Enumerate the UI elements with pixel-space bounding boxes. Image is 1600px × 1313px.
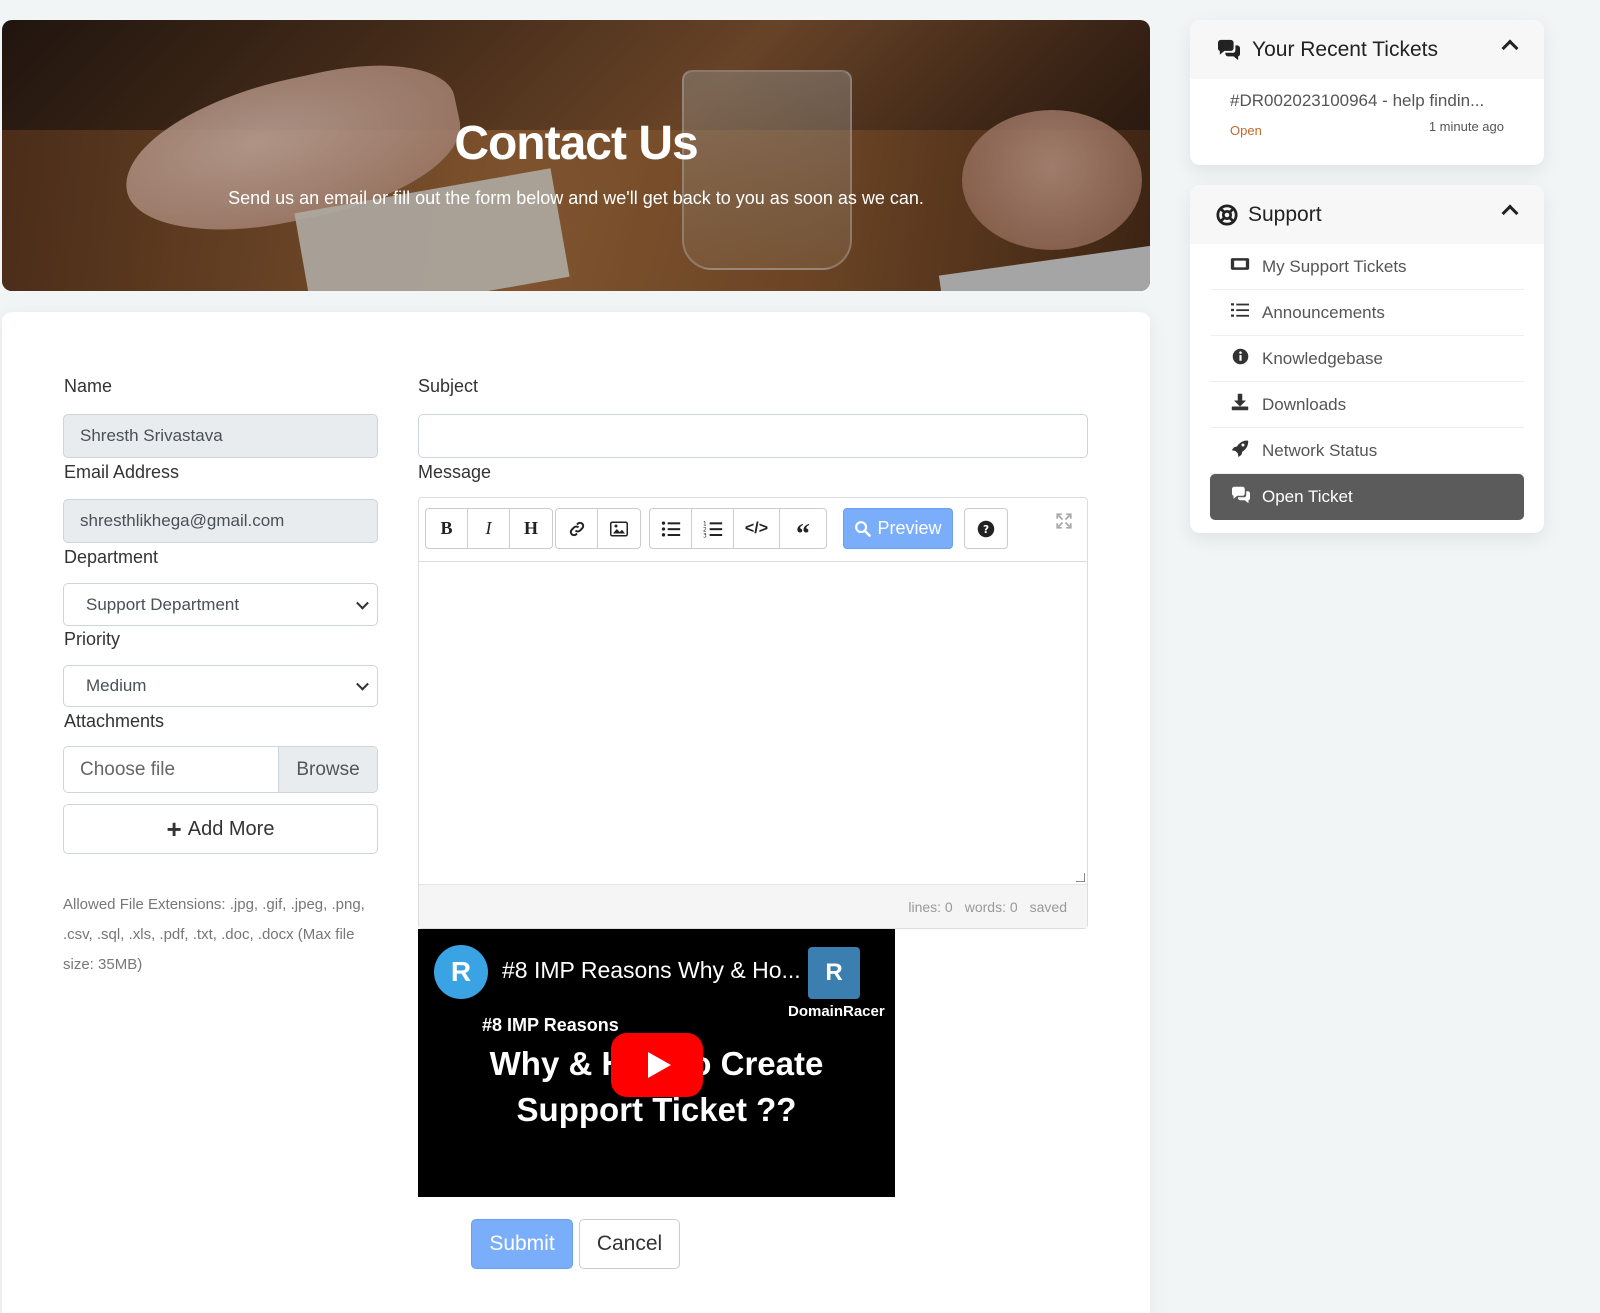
page-title: Contact Us (454, 117, 698, 170)
sidebar-item-network-status[interactable]: Network Status (1210, 428, 1524, 474)
video-embed[interactable]: R #8 IMP Reasons Why & Ho... R DomainRac… (418, 929, 895, 1197)
sidebar-item-label: Knowledgebase (1262, 348, 1383, 368)
fullscreen-icon[interactable] (1055, 512, 1073, 536)
info-icon (1230, 348, 1250, 370)
preview-button[interactable]: Preview (843, 508, 953, 549)
search-icon (855, 521, 872, 537)
department-value: Support Department (86, 594, 240, 614)
file-input[interactable]: Choose file Browse (63, 746, 378, 793)
subject-input[interactable] (418, 414, 1088, 458)
collapse-chevron-icon[interactable] (1501, 39, 1519, 57)
ticket-title[interactable]: #DR002023100964 - help findin... (1230, 91, 1504, 111)
email-label: Email Address (64, 462, 180, 482)
lines-count: lines: 0 (908, 898, 953, 915)
sidebar-item-label: Network Status (1262, 440, 1378, 460)
department-select[interactable]: Support Department (63, 583, 378, 626)
recent-tickets-header[interactable]: Your Recent Tickets (1190, 20, 1544, 79)
plus-icon: + (166, 814, 182, 844)
sidebar-item-label: Announcements (1262, 302, 1385, 322)
sidebar-item-open-ticket[interactable]: Open Ticket (1210, 474, 1524, 520)
sidebar-item-label: My Support Tickets (1262, 256, 1407, 276)
download-icon (1230, 393, 1250, 416)
priority-value: Medium (86, 676, 147, 695)
message-label: Message (418, 462, 492, 482)
help-icon[interactable]: ? (965, 509, 1007, 548)
block-group: 123 </> “ (649, 508, 827, 550)
help-group: ? (964, 508, 1008, 549)
ticket-icon (1230, 257, 1250, 276)
collapse-chevron-icon[interactable] (1501, 204, 1519, 222)
format-group: B I H (425, 508, 553, 549)
priority-select[interactable]: Medium (63, 665, 378, 707)
sidebar-item-announcements[interactable]: Announcements (1210, 290, 1524, 336)
message-editor: B I H 123 </> “ Preview ? lines: 0 words… (418, 497, 1088, 929)
video-subtitle: #8 IMP Reasons (482, 1015, 619, 1035)
recent-ticket-item[interactable]: #DR002023100964 - help findin... Open 1 … (1190, 79, 1544, 165)
words-count: words: 0 (964, 898, 1018, 915)
image-icon[interactable] (598, 509, 640, 548)
video-brand: DomainRacer (788, 1003, 885, 1020)
support-panel: Support My Support Tickets Announcements… (1190, 185, 1544, 533)
name-label: Name (64, 376, 113, 396)
email-field[interactable]: shresthlikhega@gmail.com (63, 499, 378, 543)
recent-tickets-panel: Your Recent Tickets #DR002023100964 - he… (1190, 20, 1544, 165)
play-icon[interactable] (611, 1033, 703, 1097)
support-header[interactable]: Support (1190, 185, 1544, 244)
attachments-label: Attachments (64, 711, 165, 731)
svg-text:3: 3 (703, 533, 707, 538)
autosave-status: saved (1029, 898, 1067, 915)
support-title: Support (1248, 202, 1322, 226)
link-icon[interactable] (556, 509, 598, 548)
channel-logo-icon[interactable]: R (434, 945, 488, 999)
preview-label: Preview (877, 518, 942, 538)
code-icon[interactable]: </> (734, 509, 780, 548)
editor-toolbar: B I H 123 </> “ Preview ? (419, 498, 1087, 562)
cancel-button[interactable]: Cancel (579, 1219, 680, 1269)
list-icon (1230, 302, 1250, 323)
svg-text:?: ? (983, 523, 989, 535)
sidebar-item-label: Open Ticket (1262, 487, 1353, 506)
video-title[interactable]: #8 IMP Reasons Why & Ho... (502, 957, 801, 984)
name-field[interactable]: Shresth Srivastava (63, 414, 378, 458)
add-more-button[interactable]: + Add More (63, 804, 378, 854)
department-label: Department (64, 547, 159, 567)
comments-icon (1217, 39, 1241, 60)
sidebar-item-knowledgebase[interactable]: Knowledgebase (1210, 336, 1524, 382)
unordered-list-icon[interactable] (650, 509, 692, 548)
subject-label: Subject (418, 376, 479, 396)
quote-icon[interactable]: “ (780, 509, 826, 550)
bold-button[interactable]: B (426, 509, 468, 548)
page-subtitle: Send us an email or fill out the form be… (228, 188, 924, 208)
allowed-extensions-text: Allowed File Extensions: .jpg, .gif, .jp… (63, 896, 365, 973)
sidebar-item-downloads[interactable]: Downloads (1210, 382, 1524, 428)
editor-statusbar: lines: 0 words: 0 saved (419, 884, 1087, 928)
ticket-time: 1 minute ago (1428, 119, 1504, 134)
brand-logo-icon: R (808, 947, 860, 999)
insert-group (555, 508, 641, 549)
message-textarea[interactable] (419, 562, 1087, 884)
support-menu: My Support Tickets Announcements Knowled… (1190, 244, 1544, 533)
ticket-status: Open (1230, 123, 1262, 138)
choose-file-text[interactable]: Choose file (64, 747, 278, 792)
italic-button[interactable]: I (468, 509, 510, 548)
priority-label: Priority (64, 629, 121, 649)
sidebar-item-label: Downloads (1262, 394, 1347, 414)
hero-banner: Contact Us Send us an email or fill out … (2, 20, 1150, 291)
rocket-icon (1230, 439, 1250, 462)
comments-icon (1230, 486, 1251, 509)
add-more-label: Add More (187, 817, 275, 840)
submit-button[interactable]: Submit (471, 1219, 573, 1269)
heading-button[interactable]: H (510, 509, 552, 548)
sidebar-item-my-support-tickets[interactable]: My Support Tickets (1210, 244, 1524, 290)
browse-button[interactable]: Browse (278, 747, 377, 792)
ordered-list-icon[interactable]: 123 (692, 509, 734, 548)
recent-tickets-title: Your Recent Tickets (1252, 37, 1438, 61)
lifebuoy-icon (1216, 203, 1238, 226)
